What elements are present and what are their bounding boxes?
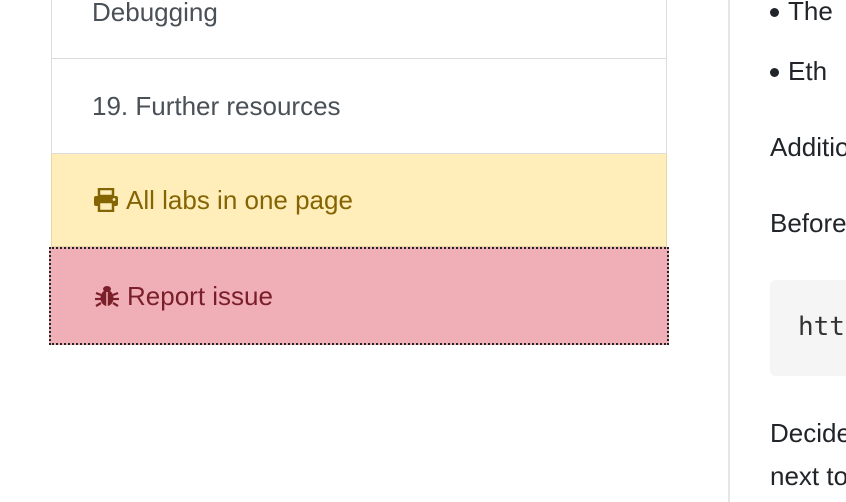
list-item: The	[770, 0, 833, 27]
bug-icon	[93, 282, 121, 310]
paragraph: Additio	[770, 132, 846, 162]
page: Debugging 19. Further resources All labs…	[0, 0, 846, 502]
print-icon	[92, 186, 120, 214]
code-block[interactable]: htt	[770, 280, 846, 376]
paragraph: Decide	[770, 418, 846, 448]
sidebar-item-further-resources[interactable]: 19. Further resources	[51, 59, 667, 154]
paragraph: Before	[770, 208, 846, 238]
report-issue-button[interactable]: Report issue	[49, 247, 669, 345]
paragraph: next to	[770, 461, 846, 491]
column-divider	[728, 0, 730, 502]
sidebar-item-label: Debugging	[92, 0, 218, 27]
code-text: htt	[798, 312, 845, 342]
all-labs-label: All labs in one page	[126, 184, 353, 215]
main-content: The Eth Additio Before htt Decide next t…	[770, 0, 846, 502]
sidebar-item-label: 19. Further resources	[92, 90, 341, 121]
all-labs-button[interactable]: All labs in one page	[51, 154, 667, 247]
sidebar-item-debugging[interactable]: Debugging	[51, 0, 667, 59]
sidebar-nav: Debugging 19. Further resources All labs…	[49, 0, 669, 345]
list-item: Eth	[770, 56, 828, 86]
report-issue-label: Report issue	[127, 280, 273, 311]
